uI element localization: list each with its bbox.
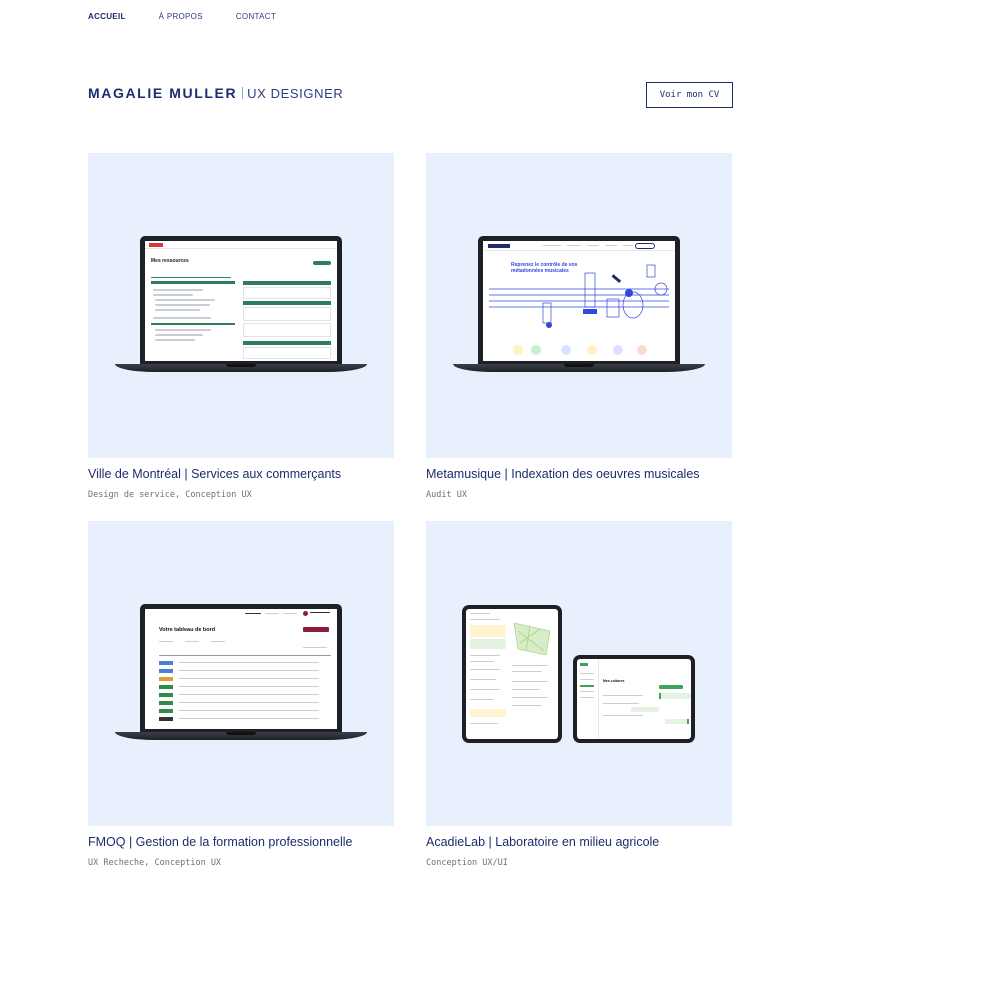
project-tags: UX Recheche, Conception UX — [88, 858, 222, 868]
view-cv-button[interactable]: Voir mon CV — [646, 82, 733, 108]
nav-link-contact[interactable]: CONTACT — [236, 12, 276, 21]
project-tags: Conception UX/UI — [426, 858, 508, 868]
screen-acadielab-dashboard: Mes cultures — [577, 659, 691, 739]
project-thumbnail[interactable]: Reprenez le contrôle de vos métadonnées … — [426, 153, 732, 458]
project-title[interactable]: FMOQ | Gestion de la formation professio… — [88, 835, 394, 849]
nav-link-accueil[interactable]: ACCUEIL — [88, 12, 126, 21]
main-nav: ACCUEIL À PROPOS CONTACT — [88, 12, 309, 21]
brand-name[interactable]: MAGALIE MULLER — [88, 85, 237, 101]
project-tags: Design de service, Conception UX — [88, 490, 252, 500]
screen-title: Mes cultures — [603, 679, 625, 683]
brand-divider — [242, 87, 244, 99]
screen-montreal: Mes ressources — [145, 241, 337, 361]
music-illustration — [489, 264, 669, 328]
screen-title: Mes ressources — [151, 258, 189, 264]
screen-title: Votre tableau de bord — [159, 627, 216, 633]
project-title[interactable]: AcadieLab | Laboratoire en milieu agrico… — [426, 835, 732, 849]
laptop-mockup: Votre tableau de bord — [115, 604, 367, 744]
project-thumbnail[interactable]: Mes ressources — [88, 153, 394, 458]
project-card-montreal[interactable]: Mes ressources Ville de Montréal | Servi… — [88, 153, 394, 500]
project-card-fmoq[interactable]: Votre tableau de bord FMOQ | Gestion de … — [88, 521, 394, 868]
field-map — [513, 622, 551, 656]
project-tags: Audit UX — [426, 490, 467, 500]
brand-role: UX DESIGNER — [247, 86, 344, 101]
tablet-landscape-mockup: Mes cultures — [573, 655, 695, 743]
project-thumbnail[interactable]: Mes cultures — [426, 521, 732, 826]
project-card-acadielab[interactable]: Mes cultures AcadieLab | Laboratoire en … — [426, 521, 732, 868]
project-title[interactable]: Ville de Montréal | Services aux commerç… — [88, 467, 394, 481]
laptop-mockup: Reprenez le contrôle de vos métadonnées … — [453, 236, 705, 376]
site-header: MAGALIE MULLER UX DESIGNER — [88, 85, 343, 101]
tablet-portrait-mockup — [462, 605, 562, 743]
project-thumbnail[interactable]: Votre tableau de bord — [88, 521, 394, 826]
project-card-metamusique[interactable]: Reprenez le contrôle de vos métadonnées … — [426, 153, 732, 500]
screen-metamusique: Reprenez le contrôle de vos métadonnées … — [483, 241, 675, 361]
nav-link-a-propos[interactable]: À PROPOS — [159, 12, 203, 21]
screen-fmoq: Votre tableau de bord — [145, 609, 337, 729]
project-title[interactable]: Metamusique | Indexation des oeuvres mus… — [426, 467, 732, 481]
laptop-mockup: Mes ressources — [115, 236, 367, 376]
screen-acadielab-map — [466, 609, 558, 739]
